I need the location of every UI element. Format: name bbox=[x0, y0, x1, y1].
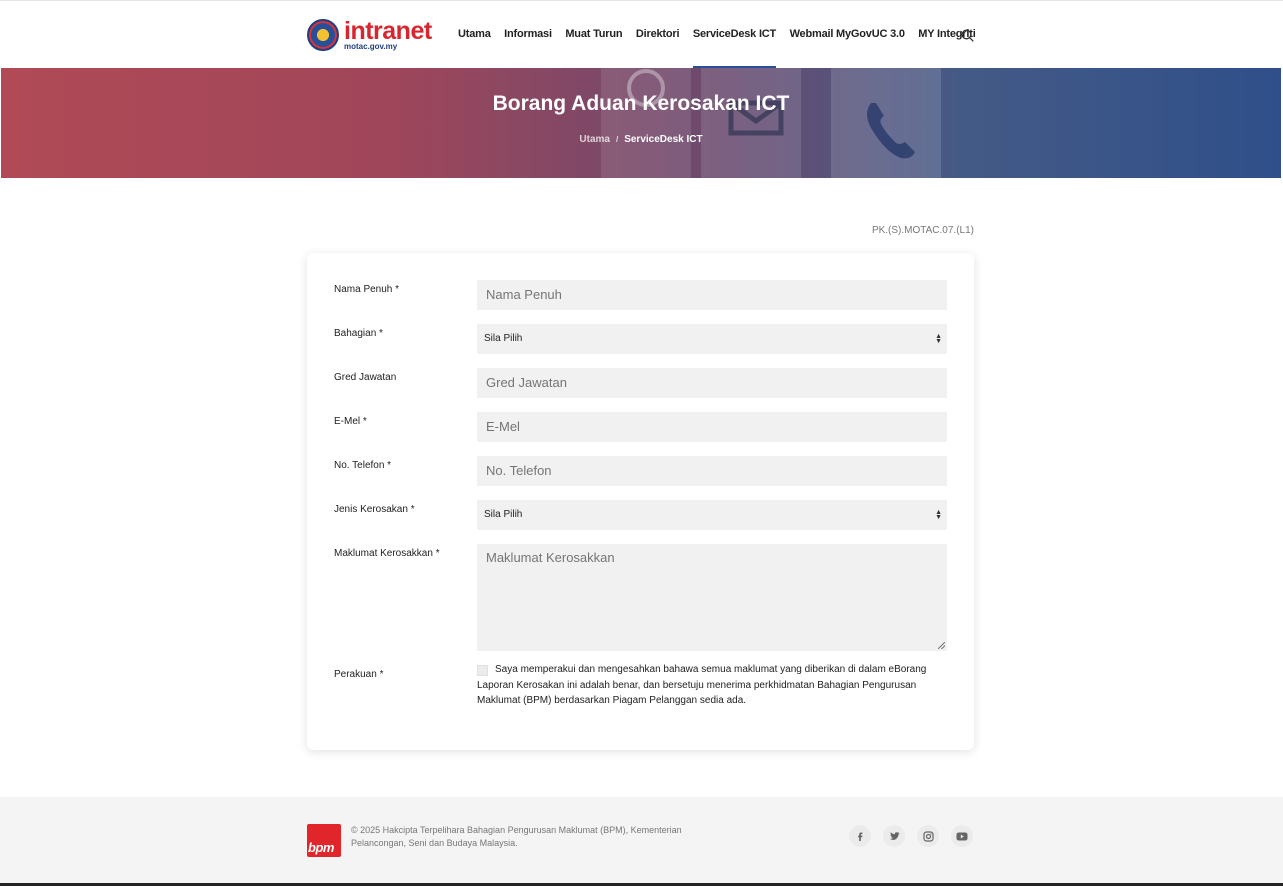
logo-subtitle: motac.gov.my bbox=[344, 42, 398, 51]
nav-item-direktori[interactable]: Direktori bbox=[636, 1, 680, 69]
youtube-icon[interactable] bbox=[951, 825, 973, 847]
perakuan-label: Perakuan * bbox=[334, 669, 384, 680]
logo-title: intranet bbox=[344, 17, 432, 45]
bpm-logo[interactable]: bpm bbox=[307, 824, 341, 857]
facebook-icon[interactable] bbox=[849, 825, 871, 847]
nama-input[interactable] bbox=[477, 280, 947, 310]
bahagian-label: Bahagian * bbox=[334, 328, 383, 339]
select-arrows-icon: ▲ ▼ bbox=[935, 509, 942, 521]
jenis-selected-value: Sila Pilih bbox=[484, 509, 523, 520]
nav-item-informasi[interactable]: Informasi bbox=[504, 1, 552, 69]
maklumat-label: Maklumat Kerosakkan * bbox=[334, 548, 440, 559]
gred-label: Gred Jawatan bbox=[334, 372, 397, 383]
bahagian-selected-value: Sila Pilih bbox=[484, 333, 523, 344]
site-header: intranet motac.gov.my Utama Informasi Mu… bbox=[0, 0, 1283, 69]
breadcrumb-current: ServiceDesk ICT bbox=[624, 134, 703, 145]
nama-label: Nama Penuh * bbox=[334, 284, 400, 295]
resize-handle-icon[interactable] bbox=[938, 642, 945, 649]
bpm-logo-text: bpm bbox=[308, 840, 334, 855]
gred-input[interactable] bbox=[477, 368, 947, 398]
main-nav: Utama Informasi Muat Turun Direktori Ser… bbox=[458, 1, 989, 69]
perakuan-text: Saya memperakui dan mengesahkan bahawa s… bbox=[477, 664, 927, 706]
search-icon[interactable] bbox=[961, 29, 974, 42]
jenis-label: Jenis Kerosakan * bbox=[334, 504, 415, 515]
breadcrumb-separator: / bbox=[615, 135, 619, 144]
motac-emblem-icon bbox=[307, 19, 339, 51]
instagram-icon[interactable] bbox=[917, 825, 939, 847]
bahagian-select[interactable]: Sila Pilih ▲ ▼ bbox=[477, 324, 947, 354]
emel-label: E-Mel * bbox=[334, 416, 367, 427]
hero-background-image bbox=[601, 68, 941, 178]
intranet-logo[interactable]: intranet motac.gov.my bbox=[307, 18, 442, 52]
logo-text-group: intranet motac.gov.my bbox=[344, 19, 432, 51]
breadcrumb: Utama / ServiceDesk ICT bbox=[1, 134, 1281, 145]
select-arrows-icon: ▲ ▼ bbox=[935, 333, 942, 345]
page-title: Borang Aduan Kerosakan ICT bbox=[492, 92, 790, 115]
form-code: PK.(S).MOTAC.07.(L1) bbox=[871, 225, 974, 236]
telefon-label: No. Telefon * bbox=[334, 460, 392, 471]
telefon-input[interactable] bbox=[477, 456, 947, 486]
twitter-icon[interactable] bbox=[883, 825, 905, 847]
maklumat-textarea[interactable] bbox=[477, 544, 947, 651]
emel-input[interactable] bbox=[477, 412, 947, 442]
nav-item-muat-turun[interactable]: Muat Turun bbox=[565, 1, 622, 69]
complaint-form-card: Nama Penuh * Bahagian * Sila Pilih ▲▼ Gr… bbox=[307, 253, 974, 750]
breadcrumb-home-link[interactable]: Utama bbox=[579, 134, 610, 145]
footer-copyright: © 2025 Hakcipta Terpelihara Bahagian Pen… bbox=[351, 825, 682, 848]
nav-item-webmail[interactable]: Webmail MyGovUC 3.0 bbox=[790, 1, 905, 69]
nav-item-utama[interactable]: Utama bbox=[458, 1, 491, 69]
nav-item-servicedesk-ict[interactable]: ServiceDesk ICT bbox=[692, 1, 777, 69]
jenis-select[interactable]: Sila Pilih ▲ ▼ bbox=[477, 500, 947, 530]
page-hero-banner: Borang Aduan Kerosakan ICT Utama / Service… bbox=[1, 68, 1281, 178]
maklumat-textarea-wrap bbox=[477, 544, 947, 651]
